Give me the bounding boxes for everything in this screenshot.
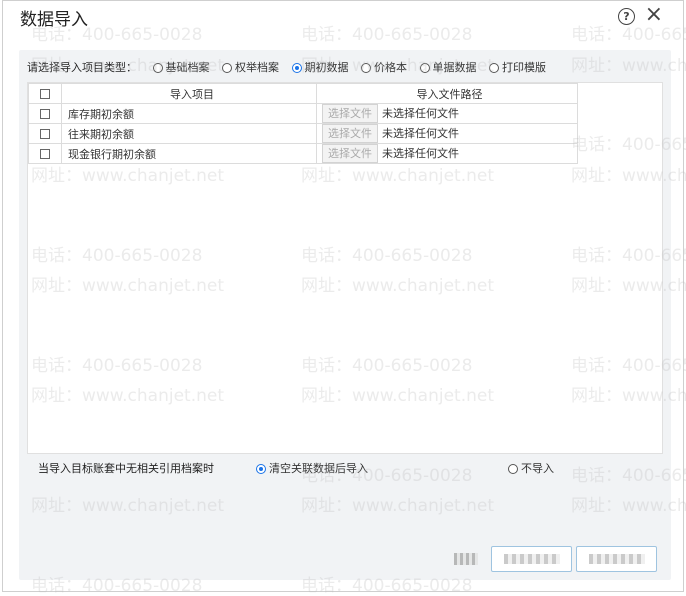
- table-row: 往来期初余额 选择文件 未选择任何文件: [28, 123, 578, 144]
- row-checkbox[interactable]: [40, 109, 50, 119]
- table-row: 库存期初余额 选择文件 未选择任何文件: [28, 103, 578, 124]
- radio-circle-icon: [222, 63, 232, 73]
- import-type-row: 请选择导入项目类型： 基础档案 权举档案 期初数据 价格本 单据数据 打印模版: [27, 59, 555, 75]
- title-bar: 数据导入 ? ×: [3, 1, 683, 33]
- table-header-row: 导入项目 导入文件路径: [28, 83, 578, 104]
- radio-enum-archive[interactable]: 权举档案: [222, 59, 279, 75]
- blurred-label: [588, 554, 645, 564]
- row-item-name: 往来期初余额: [61, 123, 317, 144]
- radio-price-book[interactable]: 价格本: [361, 59, 407, 75]
- row-file-path: 选择文件 未选择任何文件: [316, 123, 578, 144]
- dialog-body: 请选择导入项目类型： 基础档案 权举档案 期初数据 价格本 单据数据 打印模版 …: [19, 50, 671, 580]
- radio-selected-icon: [256, 464, 266, 474]
- row-file-path: 选择文件 未选择任何文件: [316, 103, 578, 124]
- row-item-name: 现金银行期初余额: [61, 143, 317, 164]
- row-item-name: 库存期初余额: [61, 103, 317, 124]
- radio-do-not-import[interactable]: 不导入: [508, 460, 554, 476]
- radio-clear-then-import[interactable]: 清空关联数据后导入: [256, 460, 368, 476]
- import-table: 导入项目 导入文件路径 库存期初余额 选择文件 未选择任何文件 往来期初余额 选择…: [28, 83, 578, 164]
- choose-file-button[interactable]: 选择文件: [322, 124, 378, 143]
- choose-file-button[interactable]: 选择文件: [322, 144, 378, 163]
- question-circle-icon[interactable]: ?: [618, 8, 635, 25]
- table-row: 现金银行期初余额 选择文件 未选择任何文件: [28, 143, 578, 164]
- dialog-title: 数据导入: [20, 10, 88, 30]
- radio-circle-icon: [361, 63, 371, 73]
- radio-selected-icon: [291, 63, 302, 73]
- cancel-button[interactable]: [576, 546, 657, 572]
- file-status: 未选择任何文件: [382, 127, 459, 140]
- file-status: 未选择任何文件: [382, 147, 459, 160]
- data-import-dialog: 数据导入 ? × 请选择导入项目类型： 基础档案 权举档案 期初数据 价格本 单…: [2, 0, 686, 596]
- close-icon[interactable]: ×: [645, 2, 663, 28]
- choose-file-button[interactable]: 选择文件: [322, 104, 378, 123]
- row-checkbox[interactable]: [40, 149, 50, 159]
- row-checkbox[interactable]: [40, 129, 50, 139]
- import-type-label: 请选择导入项目类型：: [27, 61, 137, 74]
- radio-circle-icon: [508, 464, 518, 474]
- select-all-cell: [28, 83, 62, 104]
- select-all-checkbox[interactable]: [40, 89, 50, 99]
- radio-print-template[interactable]: 打印模版: [489, 59, 546, 75]
- no-reference-row: 当导入目标账套中无相关引用档案时 清空关联数据后导入 不导入: [38, 460, 658, 476]
- radio-opening-data[interactable]: 期初数据: [291, 59, 349, 75]
- radio-document-data[interactable]: 单据数据: [419, 59, 477, 75]
- row-file-path: 选择文件 未选择任何文件: [316, 143, 578, 164]
- radio-basic-archive[interactable]: 基础档案: [152, 59, 210, 75]
- file-status: 未选择任何文件: [382, 107, 459, 120]
- blurred-label: [503, 554, 560, 564]
- header-import-item: 导入项目: [61, 83, 317, 104]
- confirm-button[interactable]: [491, 546, 572, 572]
- radio-circle-icon: [419, 63, 430, 73]
- radio-circle-icon: [489, 63, 499, 73]
- import-items-table: 导入项目 导入文件路径 库存期初余额 选择文件 未选择任何文件 往来期初余额 选择…: [27, 82, 663, 454]
- radio-circle-icon: [152, 63, 163, 73]
- blurred-icon: [454, 553, 478, 565]
- header-file-path: 导入文件路径: [316, 83, 578, 104]
- no-reference-label: 当导入目标账套中无相关引用档案时: [38, 462, 214, 475]
